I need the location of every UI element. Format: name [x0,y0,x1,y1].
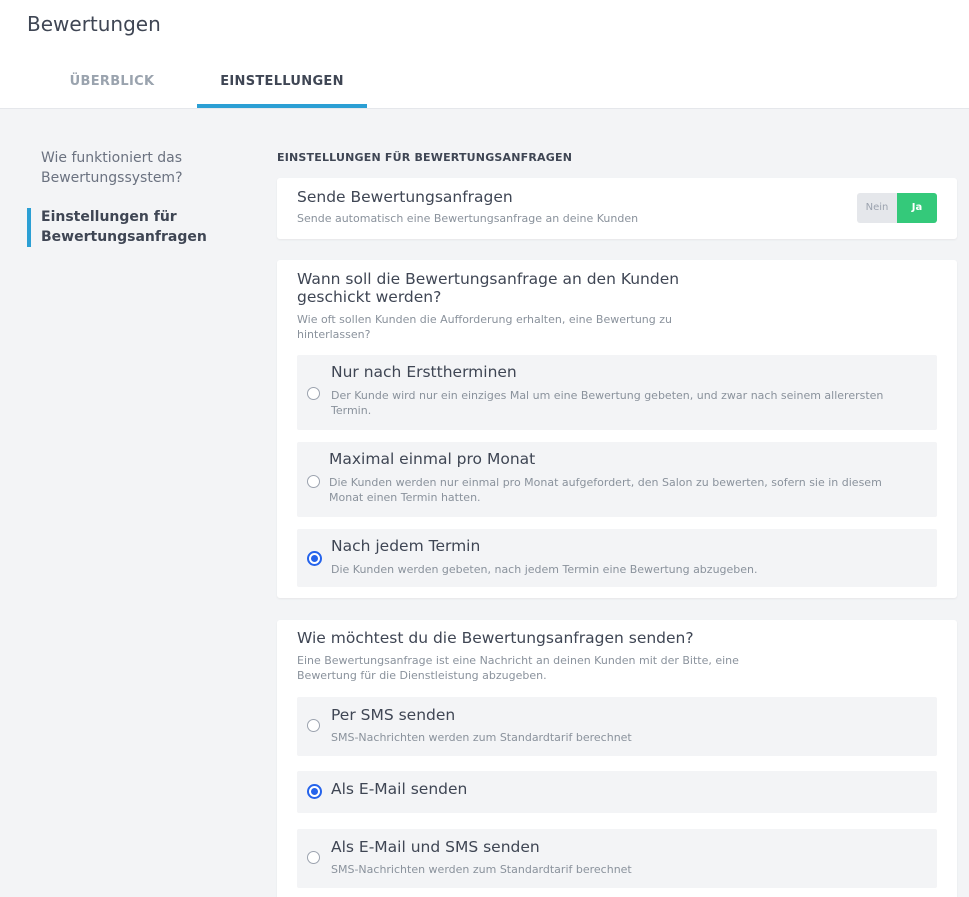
send-requests-card: Sende Bewertungsanfragen Sende automatis… [277,178,957,239]
send-requests-title: Sende Bewertungsanfragen [297,188,513,206]
option-description: SMS-Nachrichten werden zum Standardtarif… [331,863,632,876]
option-description: Der Kunde wird nur ein einziges Mal um e… [331,389,884,417]
radio-every-visit-selected[interactable] [307,551,322,566]
channel-option-sms[interactable]: Per SMS senden SMS-Nachrichten werden zu… [297,697,937,756]
option-title: Als E-Mail senden [331,780,468,798]
sidebar-active-marker [27,208,31,247]
radio-monthly[interactable] [307,475,320,488]
section-heading: EINSTELLUNGEN FÜR BEWERTUNGSANFRAGEN [277,151,573,164]
send-requests-toggle[interactable]: Nein Ja [857,193,937,223]
active-tab-indicator [197,104,367,108]
channel-card: Wie möchtest du die Bewertungsanfragen s… [277,620,957,897]
option-description: Die Kunden werden nur einmal pro Monat a… [329,476,882,504]
frequency-option-every-visit[interactable]: Nach jedem Termin Die Kunden werden gebe… [297,529,937,587]
frequency-option-monthly[interactable]: Maximal einmal pro Monat Die Kunden werd… [297,442,937,517]
option-title: Als E-Mail und SMS senden [331,838,540,856]
sidebar-item-request-settings[interactable]: Einstellungen für Bewertungsanfragen [41,207,211,247]
send-requests-subtitle: Sende automatisch eine Bewertungsanfrage… [297,212,639,225]
option-title: Nach jedem Termin [331,537,481,555]
page-title: Bewertungen [27,12,161,36]
sidebar-item-how-it-works[interactable]: Wie funktioniert das Bewertungssystem? [41,148,201,188]
toggle-no-option[interactable]: Nein [857,193,897,223]
radio-email-selected[interactable] [307,784,322,799]
channel-option-email[interactable]: Als E-Mail senden [297,771,937,813]
tab-overview[interactable]: ÜBERBLICK [27,73,197,109]
toggle-yes-option[interactable]: Ja [897,193,937,223]
channel-subtitle: Eine Bewertungsanfrage ist eine Nachrich… [297,654,739,682]
option-description: Die Kunden werden gebeten, nach jedem Te… [331,563,758,576]
top-bar: Bewertungen ÜBERBLICK EINSTELLUNGEN [0,0,969,109]
option-description: SMS-Nachrichten werden zum Standardtarif… [331,731,632,744]
frequency-card: Wann soll die Bewertungsanfrage an den K… [277,260,957,598]
option-title: Per SMS senden [331,706,456,724]
frequency-title: Wann soll die Bewertungsanfrage an den K… [297,270,680,306]
radio-sms[interactable] [307,719,320,732]
channel-title: Wie möchtest du die Bewertungsanfragen s… [297,629,694,647]
frequency-option-first-visit[interactable]: Nur nach Ersttherminen Der Kunde wird nu… [297,355,937,430]
radio-first-visit[interactable] [307,387,320,400]
radio-email-and-sms[interactable] [307,851,320,864]
channel-option-email-and-sms[interactable]: Als E-Mail und SMS senden SMS-Nachrichte… [297,829,937,888]
option-title: Maximal einmal pro Monat [329,450,536,468]
option-title: Nur nach Ersttherminen [331,363,517,381]
frequency-subtitle: Wie oft sollen Kunden die Aufforderung e… [297,313,672,341]
